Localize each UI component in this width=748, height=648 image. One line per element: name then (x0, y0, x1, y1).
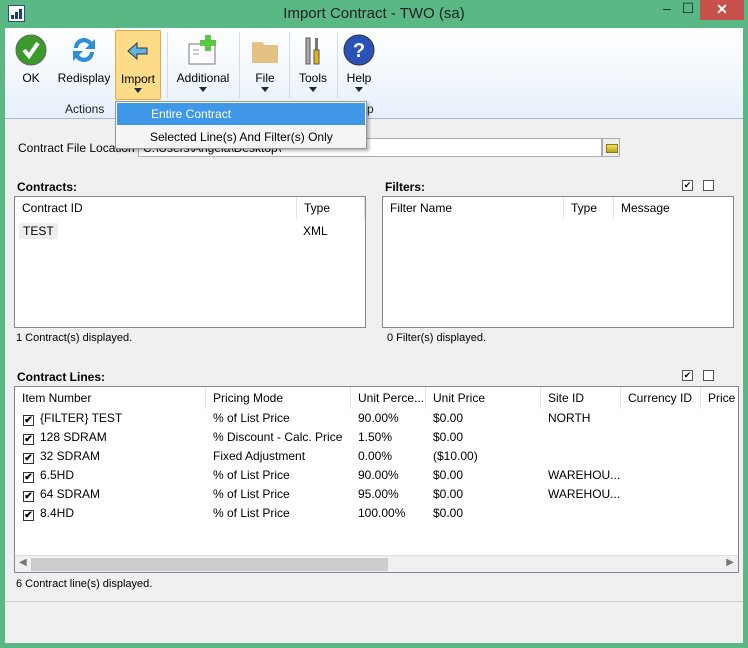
help-icon: ? (343, 34, 375, 66)
chevron-down-icon (355, 87, 363, 92)
chevron-down-icon (261, 87, 269, 92)
column-header[interactable]: Price (701, 387, 738, 409)
column-header[interactable]: Site ID (541, 387, 621, 409)
menu-item-selected-lines-filters[interactable]: Selected Line(s) And Filter(s) Only (116, 126, 366, 148)
refresh-icon (73, 38, 95, 63)
contract-lines-grid: Item Number Pricing Mode Unit Perce... Unit… (14, 386, 739, 573)
column-header[interactable]: Unit Perce... (351, 387, 426, 409)
import-button[interactable]: Import (115, 30, 161, 100)
lines-title: Contract Lines: (17, 370, 106, 384)
row-checkbox[interactable]: ✔ (23, 434, 34, 445)
additional-icon (188, 35, 216, 65)
ok-button[interactable]: OK (11, 30, 51, 100)
import-dropdown-menu: Entire Contract Selected Line(s) And Fil… (115, 101, 367, 149)
row-checkbox[interactable]: ✔ (23, 453, 34, 464)
additional-button[interactable]: Additional (173, 30, 233, 100)
contracts-grid: Contract ID Type TEST XML (14, 196, 366, 328)
lines-uncheck-all[interactable] (703, 370, 714, 381)
group-help-label: p (367, 102, 374, 116)
filters-grid: Filter Name Type Message (382, 196, 734, 328)
close-button[interactable]: ✕ (700, 0, 744, 20)
filters-uncheck-all[interactable] (703, 180, 714, 191)
column-header[interactable]: Pricing Mode (206, 387, 351, 409)
column-header[interactable]: Currency ID (621, 387, 701, 409)
column-contract-id[interactable]: Contract ID (15, 197, 297, 219)
filters-status: 0 Filter(s) displayed. (387, 332, 487, 344)
column-type[interactable]: Type (564, 197, 614, 219)
title-bar: Import Contract - TWO (sa) – ☐ ✕ (0, 0, 748, 28)
horizontal-scrollbar[interactable]: ◀ ▶ (15, 555, 738, 572)
redisplay-button[interactable]: Redisplay (55, 30, 113, 100)
maximize-button[interactable]: ☐ (676, 0, 700, 20)
group-actions-label: Actions (65, 102, 105, 116)
filters-check-all[interactable]: ✔ (682, 180, 693, 191)
row-checkbox[interactable]: ✔ (23, 510, 34, 521)
row-checkbox[interactable]: ✔ (23, 415, 34, 426)
file-button[interactable]: File (245, 30, 285, 100)
chevron-down-icon (309, 87, 317, 92)
window-title: Import Contract - TWO (sa) (283, 5, 465, 22)
svg-text:?: ? (353, 40, 365, 62)
column-header[interactable]: Unit Price (426, 387, 541, 409)
column-filter-name[interactable]: Filter Name (383, 197, 564, 219)
folder-icon (606, 144, 618, 153)
import-arrow-icon (127, 41, 148, 61)
contracts-title: Contracts: (17, 180, 78, 194)
row-checkbox[interactable]: ✔ (23, 491, 34, 502)
scrollbar-thumb[interactable] (31, 558, 388, 571)
column-header[interactable]: Item Number (15, 387, 206, 409)
column-type[interactable]: Type (297, 197, 365, 219)
help-button[interactable]: ? Help (341, 30, 377, 100)
filters-title: Filters: (385, 180, 426, 194)
tools-icon (305, 37, 320, 65)
lines-status: 6 Contract line(s) displayed. (16, 578, 153, 590)
chevron-down-icon (134, 88, 142, 93)
column-message[interactable]: Message (614, 197, 733, 219)
browse-folder-button[interactable] (602, 138, 620, 157)
lines-check-all[interactable]: ✔ (682, 370, 693, 381)
tools-button[interactable]: Tools (295, 30, 331, 100)
menu-item-entire-contract[interactable]: Entire Contract (117, 103, 365, 125)
contracts-status: 1 Contract(s) displayed. (16, 332, 133, 344)
chevron-down-icon (199, 87, 207, 92)
folder-icon (252, 42, 278, 63)
row-checkbox[interactable]: ✔ (23, 472, 34, 483)
ok-check-icon (15, 34, 47, 66)
